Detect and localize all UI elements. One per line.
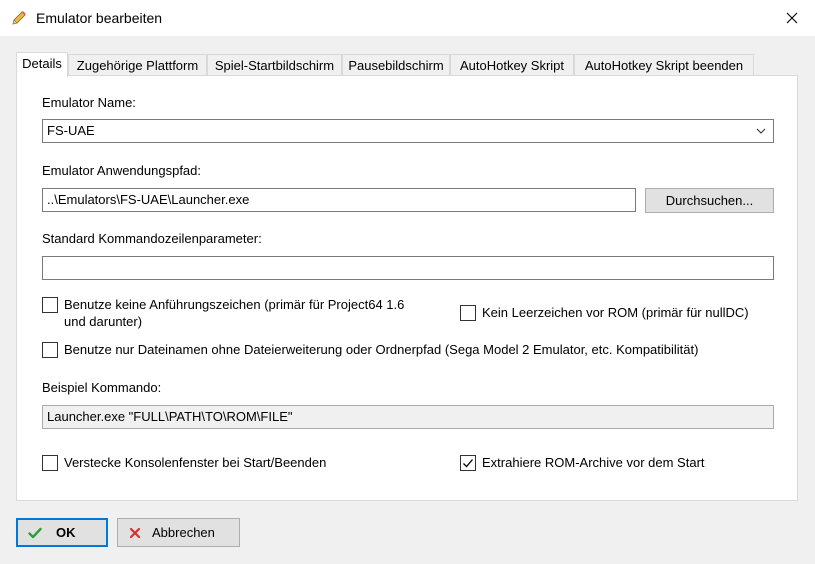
pencil-icon <box>12 11 26 25</box>
emulator-name-combobox[interactable]: FS-UAE <box>42 119 774 143</box>
browse-button[interactable]: Durchsuchen... <box>645 188 774 213</box>
no-space-label: Kein Leerzeichen vor ROM (primär für nul… <box>482 305 749 320</box>
emulator-path-input[interactable]: ..\Emulators\FS-UAE\Launcher.exe <box>42 188 636 212</box>
tab-startscreen[interactable]: Spiel-Startbildschirm <box>207 54 342 77</box>
tab-pausescreen[interactable]: Pausebildschirm <box>342 54 450 77</box>
green-check-icon <box>28 527 42 538</box>
extract-archives-checkbox[interactable] <box>460 455 476 471</box>
emulator-name-label: Emulator Name: <box>42 95 136 110</box>
cancel-button-label: Abbrechen <box>152 525 215 540</box>
hide-console-option[interactable]: Verstecke Konsolenfenster bei Start/Been… <box>42 454 326 471</box>
tab-autohotkey[interactable]: AutoHotkey Skript <box>450 54 574 77</box>
filename-only-option[interactable]: Benutze nur Dateinamen ohne Dateierweite… <box>42 341 698 358</box>
close-icon <box>786 12 798 24</box>
example-command-value: Launcher.exe "FULL\PATH\TO\ROM\FILE" <box>47 409 293 424</box>
emulator-path-value: ..\Emulators\FS-UAE\Launcher.exe <box>47 192 250 207</box>
no-space-option[interactable]: Kein Leerzeichen vor ROM (primär für nul… <box>460 304 749 321</box>
no-quotes-option[interactable]: Benutze keine Anführungszeichen (primär … <box>42 296 442 330</box>
no-quotes-label-line2: und darunter) <box>64 314 143 329</box>
emulator-name-value: FS-UAE <box>47 123 95 138</box>
example-command-label: Beispiel Kommando: <box>42 380 162 395</box>
hide-console-checkbox[interactable] <box>42 455 58 471</box>
filename-only-checkbox[interactable] <box>42 342 58 358</box>
window-title: Emulator bearbeiten <box>36 10 163 26</box>
title-bar: Emulator bearbeiten <box>0 0 815 36</box>
extract-archives-label: Extrahiere ROM-Archive vor dem Start <box>482 455 705 470</box>
no-quotes-label-line1: Benutze keine Anführungszeichen (primär … <box>64 297 405 312</box>
cancel-button[interactable]: Abbrechen <box>117 518 240 547</box>
chevron-down-icon <box>756 128 766 134</box>
red-x-icon <box>129 527 141 538</box>
filename-only-label: Benutze nur Dateinamen ohne Dateierweite… <box>64 342 699 357</box>
extract-archives-option[interactable]: Extrahiere ROM-Archive vor dem Start <box>460 454 705 471</box>
cmdline-params-input[interactable] <box>42 256 774 280</box>
no-space-checkbox[interactable] <box>460 305 476 321</box>
cmdline-params-label: Standard Kommandozeilenparameter: <box>42 231 262 246</box>
checkmark-icon <box>463 459 473 468</box>
tab-autohotkey-exit[interactable]: AutoHotkey Skript beenden <box>574 54 754 77</box>
tab-details[interactable]: Details <box>16 52 68 77</box>
example-command-field: Launcher.exe "FULL\PATH\TO\ROM\FILE" <box>42 405 774 429</box>
dialog-window: Emulator bearbeiten Details Zugehörige P… <box>0 0 815 564</box>
emulator-path-label: Emulator Anwendungspfad: <box>42 163 201 178</box>
no-quotes-checkbox[interactable] <box>42 297 58 313</box>
tab-platform[interactable]: Zugehörige Plattform <box>68 54 207 77</box>
ok-button-label: OK <box>56 525 76 540</box>
ok-button[interactable]: OK <box>16 518 108 547</box>
hide-console-label: Verstecke Konsolenfenster bei Start/Been… <box>64 455 327 470</box>
close-button[interactable] <box>769 0 815 36</box>
